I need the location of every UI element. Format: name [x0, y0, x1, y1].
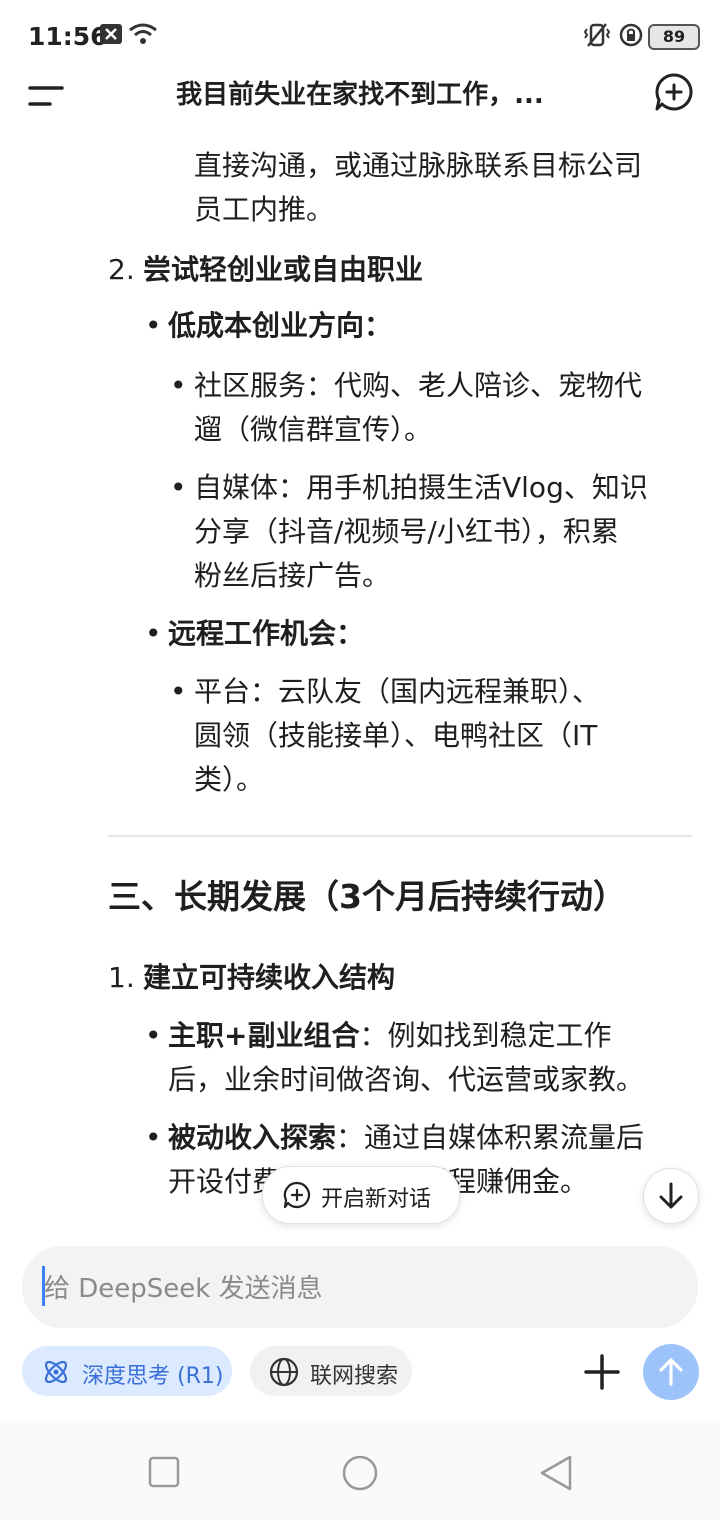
new-chat-icon[interactable] [654, 72, 694, 112]
send-button[interactable] [643, 1344, 699, 1400]
bullet: • [145, 1019, 162, 1052]
plus-icon[interactable] [580, 1350, 624, 1394]
send-arrow-icon [657, 1356, 685, 1392]
new-chat-button[interactable]: 开启新对话 [262, 1166, 460, 1224]
list-number: 2. [108, 253, 135, 286]
deep-think-toggle[interactable]: 深度思考 (R1) [22, 1346, 232, 1396]
text-phrase: ：通过自媒体积累流量后 [336, 1121, 645, 1154]
notification-x-icon [100, 24, 122, 48]
scroll-down-icon [657, 1181, 685, 1215]
text-line: 主职+副业组合：例如找到稳定工作 [168, 1014, 611, 1058]
menu-icon[interactable] [28, 82, 68, 110]
battery-indicator: 89 [648, 24, 700, 50]
bold-phrase: 被动收入探索 [168, 1121, 337, 1154]
text-line: 遛（微信群宣传）。 [194, 413, 433, 446]
text-line: 后，业余时间做咨询、代运营或家教。 [168, 1063, 645, 1096]
section-heading: 三、长期发展（3个月后持续行动） [108, 877, 626, 916]
bullet-heading: 低成本创业方向： [168, 309, 393, 342]
bullet: • [145, 1121, 162, 1154]
text-line: 员工内推。 [194, 193, 335, 226]
text-line: 直接沟通，或通过脉脉联系目标公司 [194, 149, 643, 182]
nav-home-icon[interactable] [341, 1454, 379, 1496]
text-line: 被动收入探索：通过自媒体积累流量后 [168, 1116, 644, 1160]
top-bar: 我目前失业在家找不到工作，... [0, 70, 720, 118]
list-heading: 建立可持续收入结构 [143, 961, 396, 994]
list-heading: 尝试轻创业或自由职业 [143, 253, 424, 286]
chat-content: 主动联系HR：在BOSS直聘、猎聘上 直接沟通，或通过脉脉联系目标公司 员工内推… [0, 90, 720, 1240]
status-bar: 11:56 89 [0, 0, 720, 74]
web-search-label: 联网搜索 [310, 1364, 399, 1389]
scroll-down-button[interactable] [643, 1168, 699, 1224]
text-line: 平台：云队友（国内远程兼职）、 [194, 675, 601, 708]
atom-icon [40, 1356, 72, 1392]
bullet: • [170, 675, 187, 708]
text-line: 自媒体：用手机拍摄生活Vlog、知识 [194, 471, 648, 504]
wifi-icon [128, 22, 158, 50]
web-search-toggle[interactable]: 联网搜索 [250, 1346, 412, 1396]
status-time: 11:56 [28, 22, 108, 51]
bullet: • [145, 617, 162, 650]
list-number: 1. [108, 961, 135, 994]
system-nav-bar [0, 1420, 720, 1520]
bullet: • [170, 471, 187, 504]
bullet-heading: 远程工作机会： [168, 617, 365, 650]
deep-think-label: 深度思考 (R1) [82, 1364, 224, 1389]
new-chat-label: 开启新对话 [321, 1187, 432, 1212]
globe-icon [268, 1356, 300, 1392]
bullet: • [145, 309, 162, 342]
vibrate-icon [582, 22, 612, 52]
nav-back-icon[interactable] [538, 1454, 574, 1496]
nav-recents-icon[interactable] [148, 1456, 180, 1492]
text-line: 社区服务：代购、老人陪诊、宠物代 [194, 369, 643, 402]
conversation-title[interactable]: 我目前失业在家找不到工作，... [120, 74, 600, 111]
lock-rotation-icon [618, 22, 644, 52]
text-line: 类）。 [194, 763, 265, 796]
message-input-placeholder: 给 DeepSeek 发送消息 [44, 1274, 323, 1304]
text-line: 圆领（技能接单）、电鸭社区（IT [194, 719, 598, 752]
text-phrase: ：例如找到稳定工作 [359, 1019, 612, 1052]
section-divider [108, 835, 692, 837]
message-input[interactable]: 给 DeepSeek 发送消息 [22, 1246, 698, 1328]
text-line: 分享（抖音/视频号/小红书），积累 [194, 515, 619, 548]
text-line: 粉丝后接广告。 [194, 559, 391, 592]
bold-phrase: 主职+副业组合 [168, 1019, 360, 1052]
bullet: • [170, 369, 187, 402]
new-chat-icon [283, 1181, 311, 1213]
